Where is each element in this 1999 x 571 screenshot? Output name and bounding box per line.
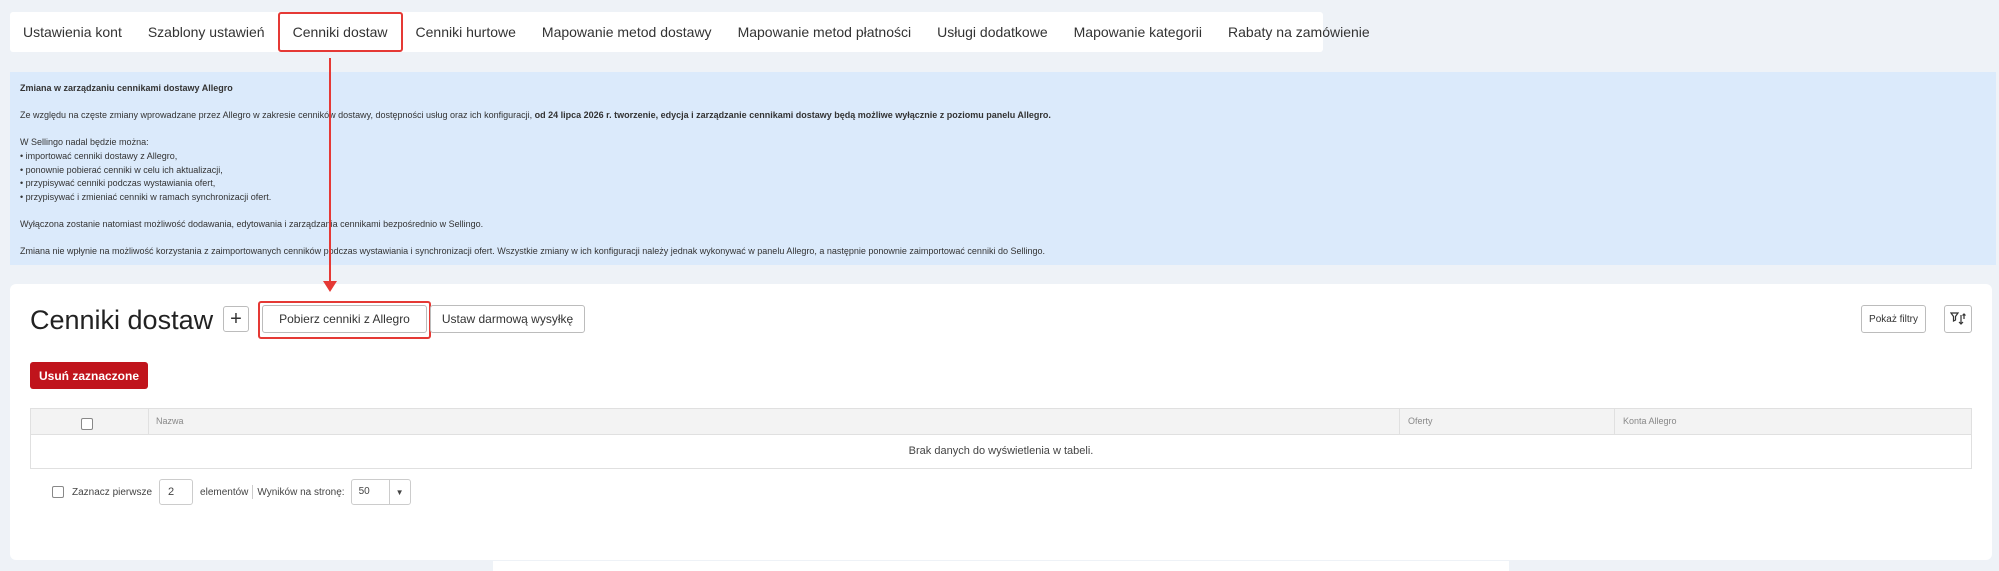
filter-sort-icon[interactable] [1944, 305, 1972, 333]
select-first-label: Zaznacz pierwsze [72, 486, 153, 498]
tab-shipping-method-mapping[interactable]: Mapowanie metod dostawy [529, 12, 725, 52]
annotation-arrow-head [323, 281, 337, 292]
pagination-bar: Zaznacz pierwsze 2 elementów Wyników na … [52, 479, 411, 505]
per-page-label: Wyników na stronę: [257, 486, 345, 498]
add-price-list-button[interactable]: + [223, 306, 249, 332]
notice-list-item: • ponownie pobierać cenniki w celu ich a… [20, 164, 223, 175]
column-header-name[interactable]: Nazwa [156, 409, 184, 434]
notice-list-item: • przypisywać cenniki podczas wystawiani… [20, 178, 216, 189]
notice-list-item: • importować cenniki dostawy z Allegro, [20, 150, 178, 161]
info-notice: Zmiana w zarządzaniu cennikami dostawy A… [10, 72, 1996, 265]
notice-list-intro: W Sellingo nadal będzie można: [20, 137, 149, 148]
chevron-down-icon: ▼ [395, 487, 404, 497]
tab-settings-templates[interactable]: Szablony ustawień [135, 12, 278, 52]
select-first-checkbox[interactable] [52, 486, 64, 498]
notice-paragraph-1-bold: od 24 lipca 2026 r. tworzenie, edycja i … [534, 110, 1051, 121]
notice-list-item: • przypisywać i zmieniać cenniki w ramac… [20, 191, 272, 202]
column-header-offers[interactable]: Oferty [1408, 409, 1433, 434]
annotation-arrow-line [329, 58, 331, 283]
tab-additional-services[interactable]: Usługi dodatkowe [924, 12, 1061, 52]
select-first-count-input[interactable]: 2 [159, 479, 194, 505]
notice-title: Zmiana w zarządzaniu cennikami dostawy A… [20, 83, 233, 93]
tab-shipping-price-lists[interactable]: Cenniki dostaw [277, 12, 403, 52]
table-empty-message: Brak danych do wyświetlenia w tabeli. [908, 445, 1094, 457]
tab-wholesale-price-lists[interactable]: Cenniki hurtowe [403, 12, 529, 52]
divider [252, 485, 254, 499]
notice-paragraph-3: Zmiana nie wpłynie na możliwość korzysta… [20, 246, 1045, 257]
elements-label: elementów [200, 486, 249, 498]
bottom-strip [493, 561, 1509, 571]
table-header: Nazwa Oferty Konta Allegro [31, 409, 1971, 435]
per-page-value: 50 [352, 480, 390, 504]
show-filters-button[interactable]: Pokaż filtry [1861, 305, 1926, 333]
set-free-shipping-button[interactable]: Ustaw darmową wysyłkę [430, 305, 585, 333]
page-title: Cenniki dostaw [30, 305, 214, 335]
price-lists-table: Nazwa Oferty Konta Allegro Brak danych d… [30, 408, 1972, 469]
select-all-checkbox[interactable] [81, 418, 93, 430]
fetch-allegro-price-lists-button[interactable]: Pobierz cenniki z Allegro [262, 305, 427, 333]
tab-payment-method-mapping[interactable]: Mapowanie metod płatności [725, 12, 925, 52]
column-header-allegro-accounts[interactable]: Konta Allegro [1623, 409, 1677, 434]
tab-category-mapping[interactable]: Mapowanie kategorii [1061, 12, 1215, 52]
delete-selected-button[interactable]: Usuń zaznaczone [30, 362, 148, 389]
tab-order-discounts[interactable]: Rabaty na zamówienie [1215, 12, 1383, 52]
notice-paragraph-1-text: Ze względu na częste zmiany wprowadzane … [20, 110, 535, 121]
settings-tabs: Ustawienia kont Szablony ustawień Cennik… [10, 12, 1370, 52]
price-lists-card: Cenniki dostaw + Pobierz cenniki z Alleg… [10, 284, 1992, 560]
tab-account-settings[interactable]: Ustawienia kont [10, 12, 135, 52]
per-page-select[interactable]: 50 ▼ [350, 479, 411, 505]
notice-paragraph-1: Ze względu na częste zmiany wprowadzane … [20, 109, 1986, 123]
notice-paragraph-2: Wyłączona zostanie natomiast możliwość d… [20, 218, 484, 229]
